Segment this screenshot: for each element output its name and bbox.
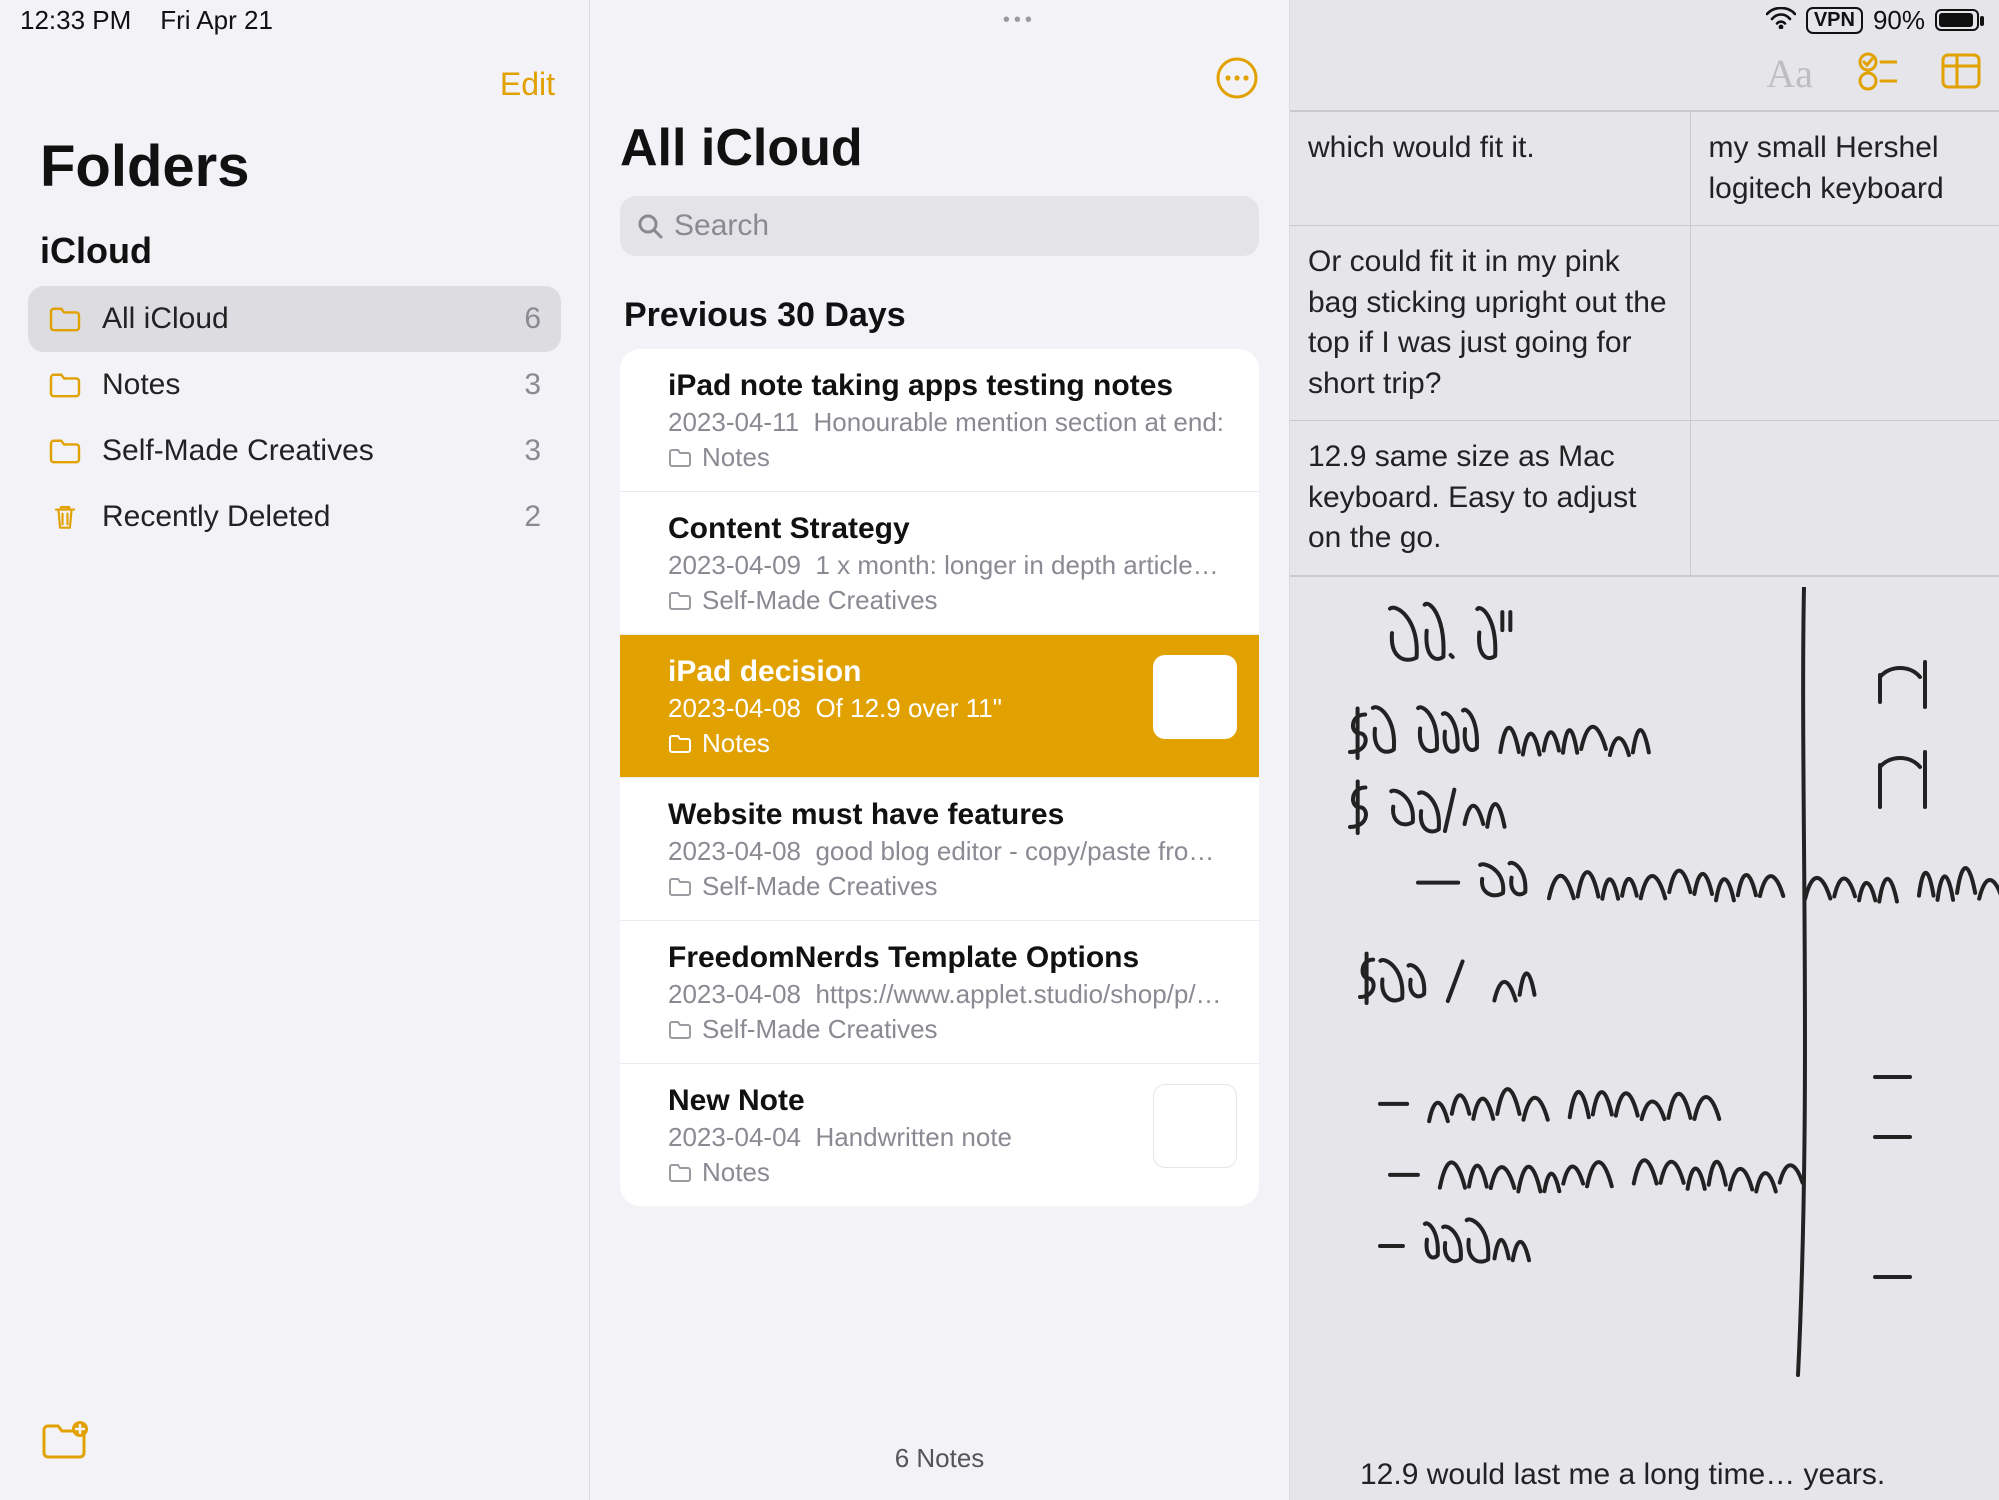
table-icon[interactable] [1941, 53, 1981, 94]
checklist-icon[interactable] [1857, 51, 1897, 96]
folder-count: 3 [524, 368, 541, 402]
section-header: Previous 30 Days [590, 276, 1289, 349]
note-row[interactable]: iPad decision 2023-04-08 Of 12.9 over 11"… [620, 635, 1259, 778]
folder-count: 3 [524, 434, 541, 468]
folder-count: 2 [524, 500, 541, 534]
sidebar-folder-recently-deleted[interactable]: Recently Deleted 2 [28, 484, 561, 550]
vpn-badge: VPN [1806, 7, 1863, 34]
search-placeholder: Search [674, 209, 769, 243]
battery-icon [1935, 9, 1979, 31]
note-bottom-text: 12.9 would last me a long time… years. [1360, 1458, 1885, 1492]
sidebar-title: Folders [0, 109, 589, 220]
status-time: 12:33 PM [20, 5, 131, 35]
table-cell[interactable]: Or could fit it in my pink bag sticking … [1290, 226, 1690, 421]
folders-sidebar: Edit Folders iCloud All iCloud6Notes3Sel… [0, 0, 590, 1500]
multitask-dots-icon[interactable]: ••• [273, 9, 1766, 32]
folder-label: Notes [102, 368, 180, 402]
sidebar-account: iCloud [0, 220, 589, 286]
status-time-date: 12:33 PM Fri Apr 21 [20, 5, 273, 36]
folder-label: Self-Made Creatives [102, 434, 374, 468]
sidebar-folder-self-made-creatives[interactable]: Self-Made Creatives 3 [28, 418, 561, 484]
more-options-icon[interactable] [1215, 56, 1259, 105]
edit-button[interactable]: Edit [0, 50, 589, 109]
table-cell[interactable]: which would fit it. [1290, 112, 1690, 226]
note-thumbnail [1153, 655, 1237, 739]
note-title: FreedomNerds Template Options [668, 941, 1235, 975]
status-date: Fri Apr 21 [160, 5, 273, 35]
note-folder: Self-Made Creatives [668, 871, 1235, 902]
note-folder: Self-Made Creatives [668, 585, 1235, 616]
text-style-icon[interactable]: Aa [1766, 50, 1813, 97]
note-title: iPad decision [668, 655, 1235, 689]
sidebar-folder-all-icloud[interactable]: All iCloud 6 [28, 286, 561, 352]
new-folder-icon[interactable] [40, 1448, 88, 1465]
note-title: Content Strategy [668, 512, 1235, 546]
note-editor[interactable]: Aa which would fit it.my small Hershel l… [1290, 0, 1999, 1500]
note-table[interactable]: which would fit it.my small Hershel logi… [1290, 110, 1999, 577]
search-input[interactable]: Search [620, 196, 1259, 256]
table-cell[interactable]: 12.9 same size as Mac keyboard. Easy to … [1290, 421, 1690, 576]
wifi-icon [1766, 5, 1796, 36]
note-subline: 2023-04-09 1 x month: longer in depth ar… [668, 550, 1235, 581]
note-title: iPad note taking apps testing notes [668, 369, 1235, 403]
note-row[interactable]: New Note 2023-04-04 Handwritten note Notes [620, 1064, 1259, 1206]
note-subline: 2023-04-08 good blog editor - copy/paste… [668, 836, 1235, 867]
note-subline: 2023-04-08 Of 12.9 over 11" [668, 693, 1235, 724]
table-cell[interactable] [1690, 226, 1999, 421]
battery-percent: 90% [1873, 5, 1925, 36]
folder-count: 6 [524, 302, 541, 336]
note-title: New Note [668, 1084, 1235, 1118]
table-cell[interactable] [1690, 421, 1999, 576]
table-cell[interactable]: my small Hershel logitech keyboard [1690, 112, 1999, 226]
note-folder: Notes [668, 442, 1235, 473]
status-bar: 12:33 PM Fri Apr 21 ••• VPN 90% [0, 0, 1999, 40]
note-row[interactable]: FreedomNerds Template Options 2023-04-08 … [620, 921, 1259, 1064]
sidebar-folder-notes[interactable]: Notes 3 [28, 352, 561, 418]
note-subline: 2023-04-08 https://www.applet.studio/sho… [668, 979, 1235, 1010]
notes-count: 6 Notes [590, 1417, 1289, 1500]
note-row[interactable]: iPad note taking apps testing notes 2023-… [620, 349, 1259, 492]
folder-label: All iCloud [102, 302, 229, 336]
note-subline: 2023-04-11 Honourable mention section at… [668, 407, 1235, 438]
note-title: Website must have features [668, 798, 1235, 832]
note-thumbnail [1153, 1084, 1237, 1168]
notes-list-title: All iCloud [590, 110, 1289, 196]
notes-list-pane: All iCloud Search Previous 30 Days iPad … [590, 0, 1290, 1500]
note-folder: Notes [668, 1157, 1235, 1188]
note-folder: Self-Made Creatives [668, 1014, 1235, 1045]
handwriting-area[interactable] [1290, 577, 1999, 1397]
note-folder: Notes [668, 728, 1235, 759]
note-row[interactable]: Website must have features 2023-04-08 goo… [620, 778, 1259, 921]
note-row[interactable]: Content Strategy 2023-04-09 1 x month: lo… [620, 492, 1259, 635]
folder-label: Recently Deleted [102, 500, 330, 534]
note-subline: 2023-04-04 Handwritten note [668, 1122, 1235, 1153]
